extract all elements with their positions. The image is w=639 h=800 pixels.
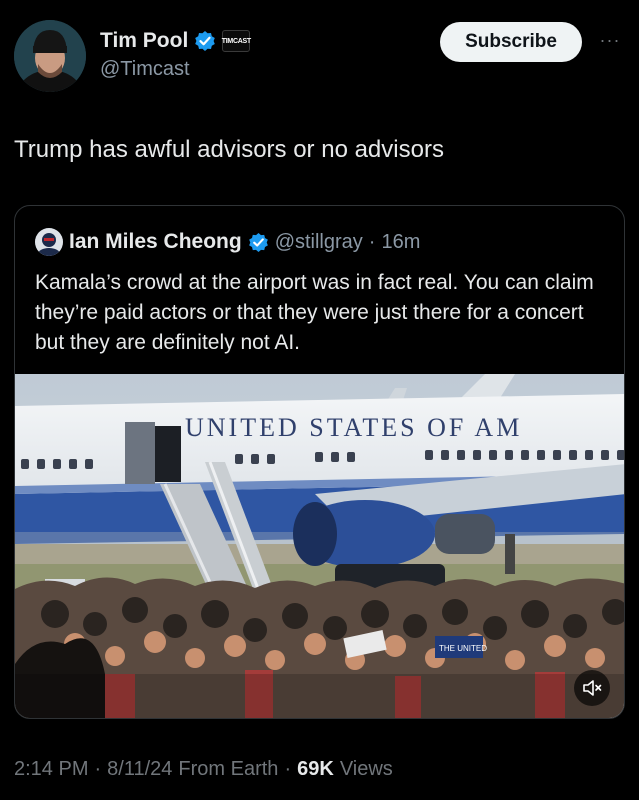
- verified-badge-icon: [248, 232, 269, 253]
- tweet-header: Tim Pool TIMCAST @Timcast Subscribe ···: [14, 18, 625, 96]
- separator-dot: ·: [368, 230, 376, 253]
- mute-icon[interactable]: [574, 670, 610, 706]
- quoted-tweet[interactable]: Ian Miles Cheong @stillgray · 16m Kamala…: [14, 205, 625, 719]
- post-source: From Earth: [178, 758, 279, 780]
- author-name[interactable]: Tim Pool: [100, 29, 188, 53]
- post-date[interactable]: 8/11/24: [107, 758, 172, 781]
- quoted-avatar[interactable]: [35, 228, 63, 256]
- separator-dot: ·: [94, 758, 102, 780]
- quoted-timestamp[interactable]: 16m: [381, 231, 420, 254]
- author-info: Tim Pool TIMCAST @Timcast: [100, 26, 251, 81]
- views-label: Views: [339, 758, 393, 780]
- plane-lettering: UNITED STATES OF AM: [185, 413, 522, 442]
- crowd-sign-text: THE UNITED: [439, 644, 487, 653]
- verified-badge-icon: [194, 30, 216, 52]
- post-time[interactable]: 2:14 PM: [14, 758, 88, 781]
- more-icon[interactable]: ···: [596, 28, 624, 52]
- quoted-tweet-header: Ian Miles Cheong @stillgray · 16m: [35, 228, 420, 256]
- quoted-tweet-text: Kamala’s crowd at the airport was in fac…: [35, 271, 594, 354]
- subscribe-button[interactable]: Subscribe: [440, 22, 582, 62]
- tweet-text: Trump has awful advisors or no advisors: [14, 136, 444, 163]
- quoted-author-handle[interactable]: @stillgray: [275, 231, 363, 254]
- affiliate-badge[interactable]: TIMCAST: [222, 30, 251, 52]
- separator-dot: ·: [284, 758, 292, 780]
- quoted-author-name[interactable]: Ian Miles Cheong: [69, 230, 242, 254]
- tweet-meta: 2:14 PM · 8/11/24 From Earth · 69K Views: [14, 758, 393, 781]
- avatar[interactable]: [14, 20, 86, 92]
- video-frame: UNITED STATES OF AM THE UNITED: [15, 374, 624, 718]
- author-handle[interactable]: @Timcast: [100, 58, 250, 81]
- video-player[interactable]: UNITED STATES OF AM THE UNITED: [15, 374, 624, 718]
- views-count[interactable]: 69K: [297, 758, 334, 781]
